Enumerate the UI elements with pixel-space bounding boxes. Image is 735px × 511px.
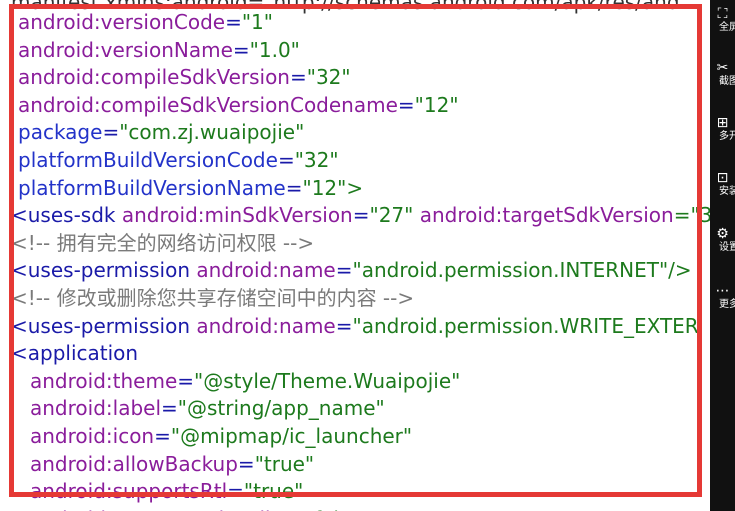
code-line: <application: [11, 339, 138, 367]
toolbar-button-more[interactable]: ⋯ 更多: [710, 283, 735, 311]
attribute-name: platformBuildVersionCode: [18, 148, 278, 172]
code-line: android:theme="@style/Theme.Wuaipojie": [30, 367, 460, 395]
equals-sign: =: [225, 10, 242, 34]
attribute-value: "true": [254, 451, 315, 476]
equals-sign: =: [289, 65, 307, 90]
code-line: platformBuildVersionName="12">: [18, 174, 363, 202]
equals-sign: =: [397, 92, 415, 117]
toolbar-button-install[interactable]: ⊡ 安装: [710, 170, 735, 198]
equals-sign: =: [227, 479, 244, 504]
attribute-name: android:allowBackup: [30, 451, 238, 476]
code-line: <uses-permission android:name="android.p…: [11, 256, 692, 284]
tag-name: <application: [11, 341, 139, 366]
code-line: android:versionName="1.0": [18, 36, 300, 64]
attribute-value: "android.permission.INTERNET"/>: [352, 258, 692, 283]
equals-sign: =: [177, 368, 195, 393]
attribute-value: "true": [243, 479, 304, 504]
xml-comment: <!-- 拥有完全的网络访问权限 -->: [11, 230, 315, 255]
attribute-name: android:versionName: [18, 37, 233, 62]
attribute-value: "com.zj.wuaipojie": [119, 120, 305, 145]
code-line: android:extractNativeLibs="false": [30, 505, 371, 511]
tag-name: <uses-sdk: [11, 203, 122, 228]
right-toolbar: ⛶ 全屏 ✂ 截图 ⊞ 多开 ⊡ 安装 ⚙ 设置 ⋯ 更多: [710, 0, 735, 511]
attribute-value: "android.permission.WRITE_EXTER: [352, 313, 699, 338]
attribute-name: android:icon: [30, 424, 155, 448]
attribute-name: android:name: [196, 258, 336, 283]
equals-sign: =: [161, 396, 178, 421]
code-line: android:allowBackup="true": [30, 450, 314, 478]
code-line: <!-- 修改或删除您共享存储空间中的内容 -->: [11, 284, 414, 312]
code-line: android:supportsRtl="true": [30, 477, 303, 505]
settings-icon: ⚙: [716, 226, 729, 242]
attribute-value: "32": [306, 65, 351, 90]
xml-comment: <!-- 修改或删除您共享存储空间中的内容 -->: [11, 286, 415, 310]
attribute-name: package: [18, 120, 103, 145]
equals-sign: =: [352, 203, 370, 228]
code-line: android:icon="@mipmap/ic_launcher": [30, 422, 412, 450]
code-line: <uses-permission android:name="android.p…: [11, 312, 699, 340]
toolbar-label: 多开: [719, 131, 735, 142]
toolbar-label: 全屏: [719, 22, 735, 33]
code-line: android:compileSdkVersion="32": [18, 63, 351, 91]
equals-sign: =: [232, 37, 250, 62]
equals-sign: =: [237, 451, 255, 476]
equals-sign: =: [285, 175, 303, 200]
equals-sign: =: [102, 120, 120, 145]
toolbar-button-settings[interactable]: ⚙ 设置: [710, 226, 735, 254]
attribute-value: ="3: [673, 203, 710, 228]
code-line: android:label="@string/app_name": [30, 394, 385, 422]
code-line: package="com.zj.wuaipojie": [18, 118, 304, 146]
attribute-name: android:supportsRtl: [30, 479, 228, 504]
attribute-name: platformBuildVersionName: [18, 175, 286, 200]
attribute-value: "@string/app_name": [177, 396, 385, 421]
toolbar-label: 截图: [719, 76, 735, 87]
attribute-value: "@style/Theme.Wuaipojie": [194, 368, 461, 393]
attribute-name: android:minSdkVersion: [121, 203, 353, 228]
attribute-value: "false": [305, 507, 371, 511]
toolbar-button-scissors[interactable]: ✂ 截图: [710, 60, 735, 88]
code-editor[interactable]: manifest xmlns:android="http://schemas.a…: [0, 0, 710, 511]
multi-window-icon: ⊞: [716, 115, 729, 131]
attribute-value: "1": [241, 10, 273, 34]
code-line: <!-- 拥有完全的网络访问权限 -->: [11, 229, 314, 257]
attribute-name: android:name: [196, 313, 336, 338]
fullscreen-icon: ⛶: [717, 6, 728, 22]
install-icon: ⊡: [716, 170, 729, 186]
attribute-value: "32": [294, 148, 339, 172]
scissors-icon: ✂: [716, 60, 729, 76]
attribute-value: "@mipmap/ic_launcher": [170, 424, 413, 448]
toolbar-label: 设置: [719, 242, 735, 253]
attribute-name: android:extractNativeLibs: [30, 507, 288, 511]
toolbar-label: 安装: [719, 186, 735, 197]
equals-sign: =: [277, 148, 295, 172]
attribute-name: android:targetSdkVersion: [419, 203, 674, 228]
equals-sign: =: [288, 507, 305, 511]
toolbar-label: 更多: [719, 299, 735, 310]
attribute-name: android:theme: [30, 368, 178, 393]
attribute-value: "1.0": [249, 37, 300, 62]
attribute-name: android:versionCode: [18, 10, 226, 34]
attribute-name: android:compileSdkVersion: [18, 65, 290, 90]
more-icon: ⋯: [715, 283, 730, 299]
equals-sign: =: [335, 313, 353, 338]
attribute-value: "12">: [302, 175, 364, 200]
equals-sign: =: [335, 258, 353, 283]
toolbar-button-fullscreen[interactable]: ⛶ 全屏: [710, 6, 735, 34]
code-line: <uses-sdk android:minSdkVersion="27" and…: [11, 201, 710, 229]
code-line: platformBuildVersionCode="32": [18, 146, 339, 174]
toolbar-button-multi-window[interactable]: ⊞ 多开: [710, 115, 735, 143]
code-line: android:versionCode="1": [18, 8, 273, 36]
equals-sign: =: [154, 424, 171, 448]
attribute-name: android:compileSdkVersionCodename: [18, 92, 398, 117]
tag-name: <uses-permission: [11, 313, 197, 338]
tag-name: <uses-permission: [11, 258, 197, 283]
attribute-name: android:label: [30, 396, 162, 421]
attribute-value: "12": [414, 92, 459, 117]
attribute-value: "27": [369, 203, 414, 228]
code-line: android:compileSdkVersionCodename="12": [18, 91, 459, 119]
